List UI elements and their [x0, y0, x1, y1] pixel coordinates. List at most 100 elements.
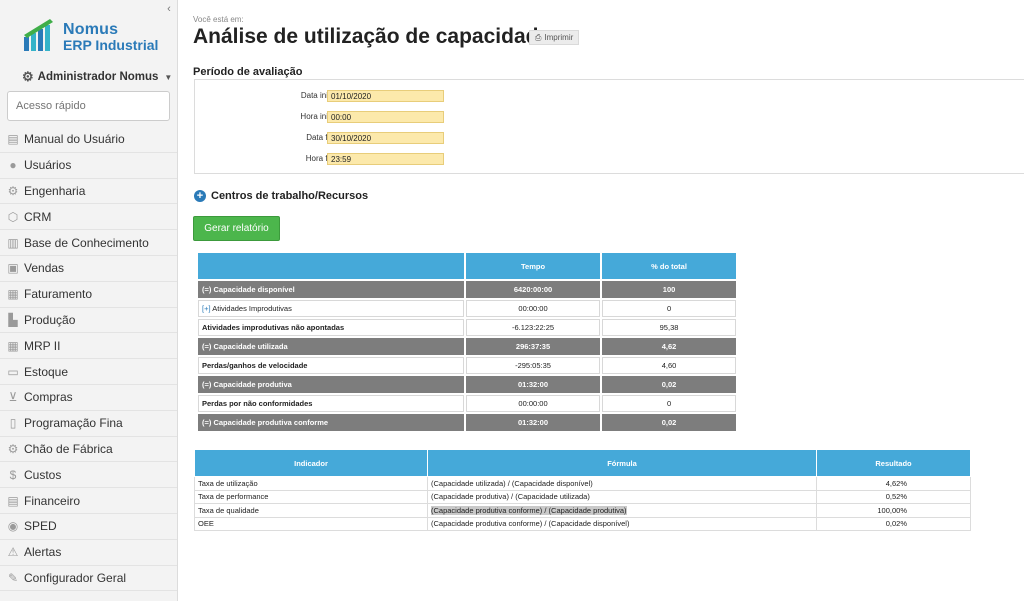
- data-inicial-field[interactable]: [327, 90, 444, 102]
- row-label: Atividades Improdutivas: [212, 304, 292, 313]
- sidebar-item-label: Produção: [24, 312, 76, 327]
- sidebar-item-label: Manual do Usuário: [24, 132, 125, 147]
- table-row: Perdas/ganhos de velocidade -295:05:35 4…: [198, 357, 736, 374]
- hora-inicial-field[interactable]: [327, 111, 444, 123]
- generate-report-button[interactable]: Gerar relatório: [193, 216, 280, 241]
- logo[interactable]: Nomus ERP Industrial: [22, 17, 162, 57]
- indicator-name: OEE: [194, 516, 428, 531]
- indicator-name: Taxa de performance: [194, 489, 428, 504]
- sidebar-item-mrp[interactable]: ▦ MRP II: [0, 333, 177, 360]
- sidebar-item-crm[interactable]: ⬡ CRM: [0, 204, 177, 231]
- warning-icon: ⚠: [7, 545, 19, 560]
- column-header: Tempo: [465, 253, 601, 279]
- indicator-formula: (Capacidade utilizada) / (Capacidade dis…: [427, 476, 817, 491]
- user-menu[interactable]: ⚙ Administrador Nomus ▼: [22, 69, 172, 85]
- indicator-formula-cell: (Capacidade produtiva conforme) / (Capac…: [427, 503, 817, 518]
- sidebar-menu: ▤ Manual do Usuário ● Usuários ⚙ Engenharia…: [0, 127, 177, 592]
- user-icon: ●: [9, 158, 17, 173]
- table-row: Taxa de qualidade (Capacidade produtiva …: [194, 503, 971, 518]
- sidebar-item-custos[interactable]: $ Custos: [0, 462, 177, 489]
- sidebar-item-label: Alertas: [24, 545, 62, 560]
- sidebar-item-base-conhecimento[interactable]: ▥ Base de Conhecimento: [0, 230, 177, 256]
- quick-access-input[interactable]: [7, 91, 170, 121]
- row-label: (=) Capacidade utilizada: [198, 338, 464, 355]
- row-pct: 0: [602, 300, 736, 317]
- field-row-hora-inicial: Hora inicial: [195, 111, 495, 123]
- sidebar-item-estoque[interactable]: ▭ Estoque: [0, 359, 177, 385]
- indicator-formula: (Capacidade produtiva conforme) / (Capac…: [431, 505, 627, 515]
- table-row: [+] Atividades Improdutivas 00:00:00 0: [198, 300, 736, 317]
- capacity-table: Tempo % do total (=) Capacidade disponív…: [196, 251, 738, 433]
- sidebar-item-alertas[interactable]: ⚠ Alertas: [0, 540, 177, 566]
- indicator-formula: (Capacidade produtiva) / (Capacidade uti…: [427, 489, 817, 504]
- sidebar-item-compras[interactable]: ⊻ Compras: [0, 385, 177, 411]
- sidebar-item-usuarios[interactable]: ● Usuários: [0, 153, 177, 179]
- sidebar-item-label: Engenharia: [24, 183, 86, 198]
- expand-link[interactable]: [+]: [202, 304, 211, 313]
- factory-logo-icon: [24, 19, 53, 51]
- field-row-hora-final: Hora final: [195, 153, 495, 165]
- invoice-icon: ▦: [7, 287, 19, 302]
- table-row: Perdas por não conformidades 00:00:00 0: [198, 395, 736, 412]
- sidebar-item-chao-fabrica[interactable]: ⚙ Chão de Fábrica: [0, 437, 177, 463]
- sidebar-item-manual[interactable]: ▤ Manual do Usuário: [0, 127, 177, 153]
- sidebar-item-financeiro[interactable]: ▤ Financeiro: [0, 488, 177, 514]
- sidebar-item-producao[interactable]: ▙ Produção: [0, 308, 177, 334]
- factory-icon: ▙: [8, 312, 18, 327]
- indicator-result: 0,02%: [816, 516, 971, 531]
- collapse-sidebar-icon[interactable]: ‹: [163, 3, 175, 15]
- sidebar-item-vendas[interactable]: ▣ Vendas: [0, 256, 177, 282]
- field-row-data-inicial: Data inicial: [195, 90, 495, 102]
- row-pct: 95,38: [602, 319, 736, 336]
- sidebar-item-faturamento[interactable]: ▦ Faturamento: [0, 282, 177, 308]
- dollar-icon: $: [9, 467, 17, 482]
- indicator-result: 4,62%: [816, 476, 971, 491]
- row-tempo: 6420:00:00: [465, 281, 601, 298]
- table-header-row: Tempo % do total: [198, 253, 736, 279]
- row-pct: 4,60: [602, 357, 736, 374]
- row-label-cell: [+] Atividades Improdutivas: [198, 300, 464, 317]
- data-final-field[interactable]: [327, 132, 444, 144]
- book-icon: ▤: [7, 132, 19, 147]
- chevron-down-icon: ▼: [164, 72, 173, 82]
- indicators-table: Indicador Fórmula Resultado Taxa de util…: [194, 449, 971, 531]
- sidebar-item-configurador-geral[interactable]: ✎ Configurador Geral: [0, 566, 177, 592]
- ledger-icon: ▤: [7, 493, 19, 508]
- sidebar-item-programacao-fina[interactable]: ▯ Programação Fina: [0, 411, 177, 437]
- row-pct: 4,62: [602, 338, 736, 355]
- period-box: Data inicial Hora inicial Data final Hor…: [194, 79, 1024, 174]
- indicator-name: Taxa de qualidade: [194, 503, 428, 518]
- row-label: (=) Capacidade produtiva conforme: [198, 414, 464, 431]
- indicator-result: 100,00%: [816, 503, 971, 518]
- sidebar-item-label: CRM: [24, 209, 52, 224]
- indicator-name: Taxa de utilização: [194, 476, 428, 491]
- sidebar-item-label: Custos: [24, 467, 62, 482]
- indicator-formula: (Capacidade produtiva conforme) / (Capac…: [427, 516, 817, 531]
- box-icon: ▭: [7, 364, 19, 379]
- period-title: Período de avaliação: [193, 66, 303, 78]
- sidebar-item-sped[interactable]: ◉ SPED: [0, 514, 177, 540]
- row-tempo: 01:32:00: [465, 414, 601, 431]
- row-label: Atividades improdutivas não apontadas: [198, 319, 464, 336]
- row-label: (=) Capacidade produtiva: [198, 376, 464, 393]
- table-row: (=) Capacidade produtiva 01:32:00 0,02: [198, 376, 736, 393]
- sidebar-item-label: Base de Conhecimento: [24, 235, 149, 250]
- print-button[interactable]: ⎙ Imprimir: [529, 30, 580, 45]
- sidebar-item-label: Programação Fina: [24, 416, 123, 431]
- main-content: Você está em: Análise de utilização de c…: [178, 0, 1024, 601]
- hora-final-field[interactable]: [327, 153, 444, 165]
- centros-expand-toggle[interactable]: + Centros de trabalho/Recursos: [194, 190, 368, 202]
- table-row: Atividades improdutivas não apontadas -6…: [198, 319, 736, 336]
- sidebar-item-engenharia[interactable]: ⚙ Engenharia: [0, 179, 177, 205]
- database-icon: ◉: [7, 519, 19, 534]
- row-pct: 0: [602, 395, 736, 412]
- gears-icon: ⚙: [7, 441, 19, 456]
- table-row: (=) Capacidade disponível 6420:00:00 100: [198, 281, 736, 298]
- row-pct: 0,02: [602, 414, 736, 431]
- row-label: Perdas/ganhos de velocidade: [198, 357, 464, 374]
- gear-icon: ⚙: [22, 69, 34, 84]
- user-name: Administrador Nomus: [37, 71, 159, 83]
- sidebar: ‹ Nomus ERP Industrial ⚙ Administrador N…: [0, 0, 178, 601]
- row-tempo: 00:00:00: [465, 395, 601, 412]
- sidebar-item-label: Estoque: [24, 364, 69, 379]
